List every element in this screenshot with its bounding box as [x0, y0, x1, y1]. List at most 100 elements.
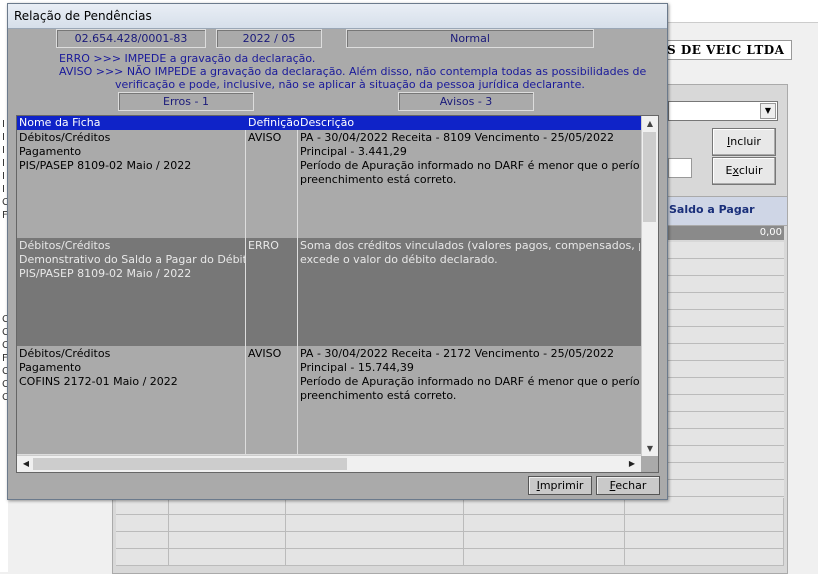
background-bottom-cell	[464, 549, 626, 565]
company-name-field: S DE VEIC LTDA	[662, 40, 792, 60]
background-input[interactable]	[668, 158, 692, 178]
cnpj-field: 02.654.428/0001-83	[56, 29, 206, 48]
table-row[interactable]: Débitos/Créditos Pagamento PIS/PASEP 8109-…	[17, 130, 649, 239]
cell-nome-line: Demonstrativo do Saldo a Pagar do Débito	[19, 253, 245, 266]
background-dropdown[interactable]: ▼	[668, 101, 778, 121]
background-bottom-cell	[625, 532, 785, 548]
incluir-button[interactable]: Incluir	[712, 128, 776, 156]
table-row[interactable]: Débitos/Créditos Pagamento COFINS 2172-01 …	[17, 346, 649, 455]
legend-erro: ERRO >>> IMPEDE a gravação da declaração…	[59, 52, 316, 65]
background-grid-row	[666, 293, 784, 310]
cell-descricao-line: preenchimento está correto.	[300, 389, 457, 402]
col-definicao-header[interactable]: Definição	[246, 116, 300, 130]
background-grid-row	[666, 480, 784, 497]
cell-definicao: ERRO	[246, 238, 296, 253]
scroll-left-icon[interactable]: ◀	[19, 457, 33, 471]
cell-nome: Débitos/Créditos Pagamento PIS/PASEP 8109-…	[17, 130, 245, 173]
background-bottom-cell	[285, 498, 465, 514]
cell-definicao: AVISO	[246, 346, 296, 361]
horizontal-scrollbar[interactable]: ◀ ▶	[17, 455, 641, 472]
column-divider	[297, 346, 298, 454]
pendencias-dialog: Relação de Pendências 02.654.428/0001-83…	[7, 3, 668, 500]
background-grid-row	[666, 344, 784, 361]
background-bottom-cell	[168, 498, 286, 514]
column-divider	[297, 238, 298, 346]
background-bottom-cell	[285, 549, 465, 565]
pendencias-grid[interactable]: Nome da Ficha Definição Descrição Débito…	[16, 115, 659, 473]
cell-descricao-line: Soma dos créditos vinculados (valores pa…	[300, 239, 640, 252]
cell-descricao-line: preenchimento está correto.	[300, 173, 457, 186]
background-bottom-cell	[168, 549, 286, 565]
saldo-a-pagar-header: Saldo a Pagar	[666, 196, 788, 226]
tipo-field: Normal	[346, 29, 594, 48]
cell-nome-line: Pagamento	[19, 361, 82, 374]
excluir-button[interactable]: Excluir	[712, 157, 776, 185]
fechar-label: echar	[615, 479, 647, 492]
table-row[interactable]: Débitos/Créditos Demonstrativo do Saldo a…	[17, 238, 649, 347]
column-divider	[245, 130, 246, 238]
cell-descricao: Soma dos créditos vinculados (valores pa…	[298, 238, 640, 267]
avisos-count: Avisos - 3	[398, 92, 534, 111]
scroll-thumb[interactable]	[643, 132, 656, 222]
background-grid-row	[666, 327, 784, 344]
background-grid-row	[666, 395, 784, 412]
background-bottom-row	[116, 498, 785, 515]
background-bottom-row	[116, 532, 785, 549]
excluir-label: cluir	[738, 164, 763, 177]
legend-aviso-line2: verificação e pode, inclusive, não se ap…	[115, 78, 585, 91]
chevron-down-icon[interactable]: ▼	[760, 103, 776, 119]
cell-descricao-line: Período de Apuração informado no DARF é …	[300, 159, 640, 172]
scroll-right-icon[interactable]: ▶	[625, 457, 639, 471]
hscroll-thumb[interactable]	[33, 458, 347, 470]
cell-nome-line: PIS/PASEP 8109-02 Maio / 2022	[19, 159, 192, 172]
dialog-title[interactable]: Relação de Pendências	[8, 4, 667, 29]
grid-header: Nome da Ficha Definição Descrição	[17, 116, 649, 130]
cell-descricao-line: Principal - 3.441,29	[300, 145, 407, 158]
cell-descricao-line: Período de Apuração informado no DARF é …	[300, 375, 640, 388]
background-grid-row	[666, 276, 784, 293]
cell-nome-line: Pagamento	[19, 145, 82, 158]
cell-nome-line: Débitos/Créditos	[19, 131, 111, 144]
background-grid-row	[666, 446, 784, 463]
background-bottom-cell	[116, 532, 169, 548]
background-bottom-cell	[464, 532, 626, 548]
background-bottom-cell	[116, 515, 169, 531]
background-bottom-cell	[464, 515, 626, 531]
background-grid-row	[666, 259, 784, 276]
background-grid-row	[666, 310, 784, 327]
cell-nome-line: Débitos/Créditos	[19, 239, 111, 252]
legend: ERRO >>> IMPEDE a gravação da declaração…	[59, 52, 646, 91]
cell-nome: Débitos/Créditos Demonstrativo do Saldo a…	[17, 238, 245, 281]
background-grid-row	[666, 361, 784, 378]
col-descricao-header[interactable]: Descrição	[298, 116, 354, 130]
column-divider	[245, 238, 246, 346]
background-bottom-grid	[116, 498, 785, 566]
fechar-button[interactable]: Fechar	[596, 476, 660, 495]
background-bottom-cell	[625, 498, 785, 514]
column-divider	[297, 130, 298, 238]
cell-definicao-line: ERRO	[248, 239, 279, 252]
column-divider	[245, 346, 246, 454]
imprimir-button[interactable]: Imprimir	[528, 476, 592, 495]
cell-definicao: AVISO	[246, 130, 296, 145]
saldo-a-pagar-value: 0,00	[666, 226, 784, 240]
cell-nome-line: COFINS 2172-01 Maio / 2022	[19, 375, 178, 388]
scroll-down-icon[interactable]: ▼	[642, 442, 658, 456]
cell-definicao-line: AVISO	[248, 347, 282, 360]
vertical-scrollbar[interactable]: ▲ ▼	[641, 116, 658, 456]
background-bottom-cell	[116, 498, 169, 514]
cell-descricao-line: PA - 30/04/2022 Receita - 8109 Venciment…	[300, 131, 614, 144]
background-grid-row	[666, 378, 784, 395]
background-bottom-cell	[168, 532, 286, 548]
cell-descricao: PA - 30/04/2022 Receita - 2172 Venciment…	[298, 346, 640, 403]
imprimir-label: mprimir	[539, 479, 584, 492]
background-grid-row	[666, 429, 784, 446]
col-nome-header[interactable]: Nome da Ficha	[17, 116, 101, 130]
scroll-up-icon[interactable]: ▲	[642, 117, 658, 131]
background-grid-row	[666, 242, 784, 259]
cell-definicao-line: AVISO	[248, 131, 282, 144]
background-bottom-cell	[285, 532, 465, 548]
cell-nome-line: Débitos/Créditos	[19, 347, 111, 360]
cell-descricao-line: excede o valor do débito declarado.	[300, 253, 498, 266]
background-bottom-cell	[625, 515, 785, 531]
